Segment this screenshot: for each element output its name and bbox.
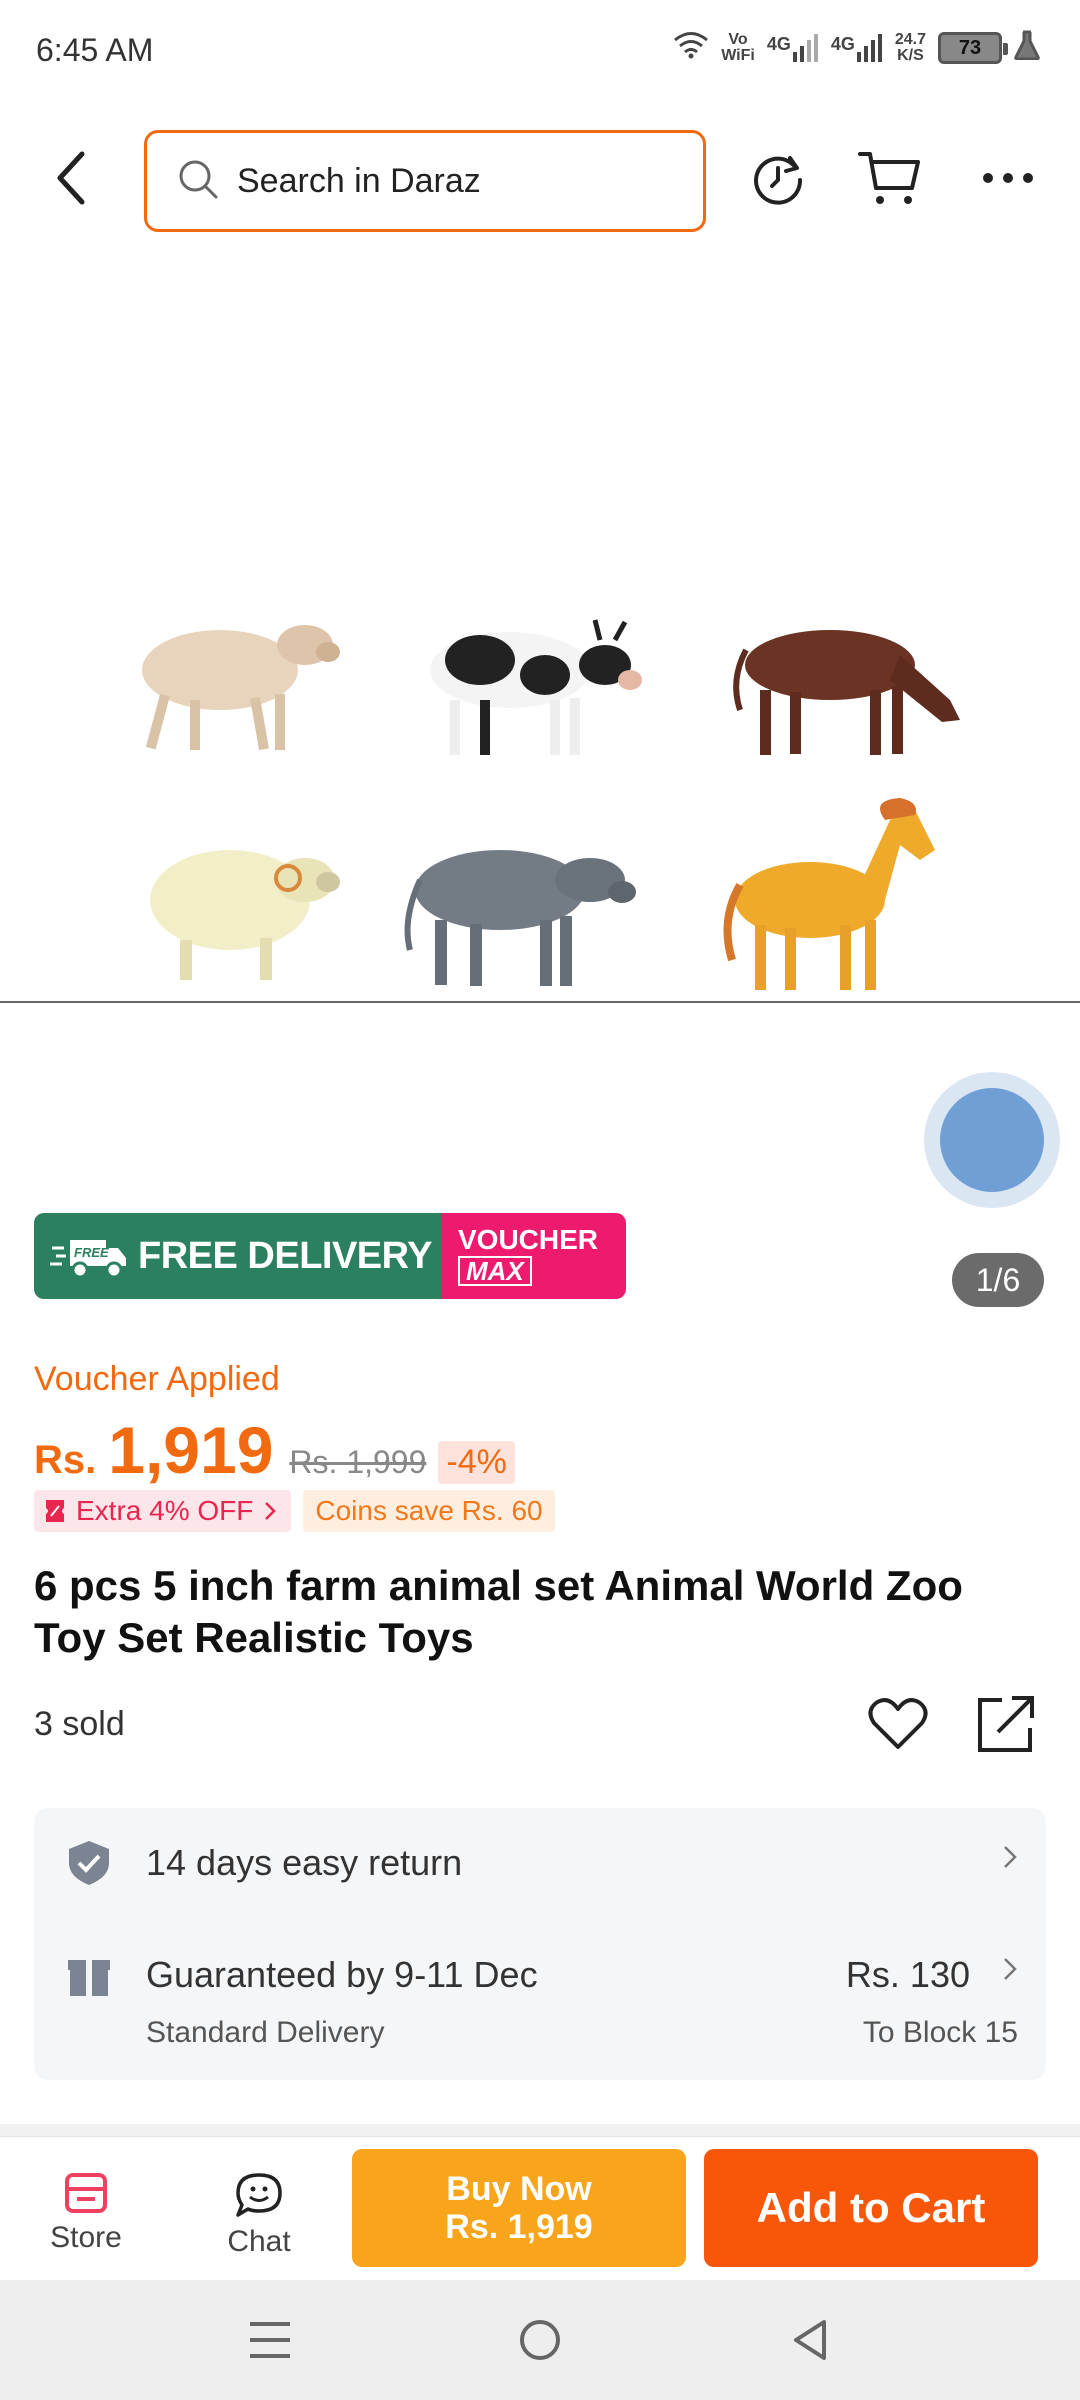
speed-value: 24.7 [894,31,926,48]
more-button[interactable] [976,146,1040,210]
system-back-button[interactable] [780,2310,840,2370]
history-button[interactable] [746,146,810,210]
offer-tags: Extra 4% OFF Coins save Rs. 60 [34,1490,555,1532]
signal-bars-icon [792,34,818,62]
share-button[interactable] [974,1692,1038,1756]
status-time: 6:45 AM [36,32,154,68]
network-speed: 24.7 K/S [895,32,926,64]
wifi-icon [673,31,709,65]
extra-off-label: Extra 4% OFF [76,1495,254,1526]
free-tag: FREE [74,1245,109,1260]
cart-button[interactable] [858,146,922,210]
voucher-icon [46,1500,64,1522]
sheep-toy-image [142,625,340,751]
shield-check-icon [66,1840,112,1886]
delivery-type: Standard Delivery [146,2016,385,2049]
chevron-right-icon [1002,1844,1018,1878]
back-button[interactable] [40,146,104,210]
promo-banner[interactable]: FREE FREE DELIVERY VOUCHER MAX [34,1213,626,1299]
return-policy-text: 14 days easy return [146,1842,463,1883]
signal-1: 4G [767,34,819,62]
sold-count: 3 sold [34,1705,125,1743]
return-policy-row[interactable]: 14 days easy return [34,1808,1046,1918]
delivery-row[interactable]: Guaranteed by 9-11 Dec Standard Delivery… [34,1918,1046,2078]
chevron-right-icon [265,1502,277,1520]
buy-now-price: Rs. 1,919 [445,2208,593,2246]
home-button[interactable] [510,2310,570,2370]
ram-toy-image [150,850,340,980]
signal-bars-icon [856,34,882,62]
horse-toy-image [723,798,935,990]
wishlist-button[interactable] [866,1692,930,1756]
network-type-2: 4G [830,34,855,54]
buy-now-label: Buy Now [446,2170,592,2208]
flask-icon [1014,30,1040,66]
store-icon [65,2173,107,2213]
network-type-1: 4G [766,34,791,54]
guarantee-text: Guaranteed by 9-11 Dec [146,1954,538,1995]
delivery-info-card: 14 days easy return Guaranteed by 9-11 D… [34,1808,1046,2080]
discount-badge: -4% [438,1441,515,1484]
cart-icon [858,152,920,204]
chevron-right-icon [1002,1956,1018,1990]
delivery-fee: Rs. 130 [845,1954,970,1995]
voucher-label: VOUCHER [458,1224,599,1255]
status-icons: Vo WiFi 4G 4G 24.7 K/S 73 [673,30,1040,66]
speed-unit: K/S [897,47,924,64]
delivery-destination: To Block 15 [862,2016,1018,2049]
free-delivery-text: FREE DELIVERY [138,1234,433,1277]
cow-toy-image [430,619,642,755]
voucher-applied-label: Voucher Applied [34,1360,280,1398]
current-price: 1,919 [108,1413,274,1487]
package-icon [66,1954,112,2000]
home-circle-icon [520,2320,560,2360]
search-icon [177,158,219,205]
buffalo-toy-image [404,850,636,986]
search-placeholder: Search in Daraz [237,161,481,200]
more-dots-icon [983,173,1033,183]
floating-assistant-button[interactable] [924,1072,1060,1208]
extra-off-tag[interactable]: Extra 4% OFF [34,1490,292,1532]
vowifi-bottom: WiFi [721,47,755,64]
chat-label: Chat [227,2225,291,2258]
signal-2: 4G [831,34,883,62]
floating-assistant-dot [940,1088,1044,1192]
coins-save-label: Coins save Rs. 60 [315,1495,543,1526]
system-navigation-bar [0,2280,1080,2400]
store-button[interactable]: Store [26,2171,146,2255]
refresh-icon [754,156,803,205]
add-to-cart-button[interactable]: Add to Cart [704,2149,1038,2267]
delivery-truck-icon: FREE [50,1240,126,1279]
gallery-page-indicator: 1/6 [952,1253,1044,1307]
menu-icon [250,2322,290,2358]
battery-icon: 73 [938,32,1008,64]
heart-icon [868,1698,928,1749]
top-nav: Search in Daraz [0,100,1080,260]
recent-apps-button[interactable] [240,2310,300,2370]
free-delivery-badge: FREE FREE DELIVERY [34,1213,442,1299]
triangle-back-icon [794,2320,826,2360]
chevron-left-icon [57,151,85,205]
voucher-max-badge: VOUCHER MAX [442,1213,626,1299]
vowifi-indicator: Vo WiFi [721,32,755,64]
price-currency: Rs. [34,1438,97,1482]
section-divider [0,2124,1080,2136]
product-title: 6 pcs 5 inch farm animal set Animal Worl… [34,1562,963,1661]
buy-now-button[interactable]: Buy Now Rs. 1,919 [352,2149,686,2267]
search-input[interactable]: Search in Daraz [144,130,706,232]
status-bar: 6:45 AM Vo WiFi 4G 4G 24.7 K/S 73 [0,0,1080,100]
bottom-action-bar: Store Chat Buy Now Rs. 1,919 Add to Cart [0,2136,1080,2280]
vowifi-top: Vo [728,31,748,48]
gallery-divider [0,1001,1080,1003]
coins-save-tag: Coins save Rs. 60 [303,1490,555,1532]
share-icon [978,1696,1034,1752]
product-image-gallery[interactable] [0,260,1080,1002]
price-row: Rs. 1,919 Rs. 1,999 -4% [34,1412,515,1488]
chat-button[interactable]: Chat [199,2171,319,2259]
voucher-max-label: MAX [458,1256,532,1286]
original-price: Rs. 1,999 [289,1444,427,1480]
store-label: Store [50,2221,122,2254]
chat-icon [236,2173,282,2217]
donkey-toy-image [733,630,960,755]
